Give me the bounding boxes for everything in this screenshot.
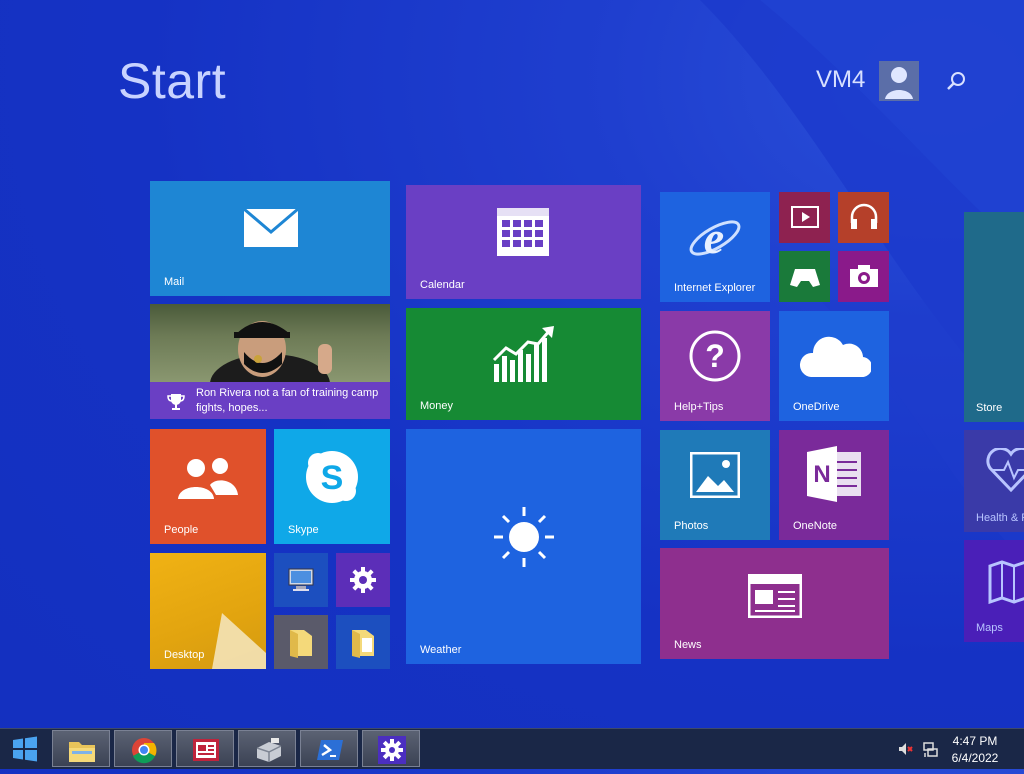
tile-label: Maps <box>976 622 1003 634</box>
onenote-icon: N <box>807 446 861 502</box>
tile-calendar[interactable]: Calendar <box>406 185 641 299</box>
svg-text:S: S <box>321 459 344 497</box>
tile-people[interactable]: People <box>150 429 266 544</box>
tile-label: Internet Explorer <box>674 282 756 294</box>
search-button[interactable] <box>943 68 969 94</box>
tile-desktop[interactable]: Desktop <box>150 553 266 669</box>
tile-onenote[interactable]: N OneNote <box>779 430 889 540</box>
tile-internet-explorer[interactable]: e Internet Explorer <box>660 192 770 302</box>
taskbar-settings[interactable] <box>362 730 420 767</box>
tile-label: Skype <box>288 524 319 536</box>
skype-icon: S <box>306 451 358 503</box>
powershell-icon <box>317 740 343 760</box>
tile-maps[interactable]: Maps <box>964 540 1024 642</box>
tile-photos[interactable]: Photos <box>660 430 770 540</box>
start-button[interactable] <box>0 729 50 769</box>
map-icon <box>988 560 1024 604</box>
gamepad-icon <box>790 269 820 287</box>
tile-label: Health & F <box>976 512 1024 524</box>
calendar-icon <box>497 208 549 256</box>
tile-store[interactable]: Store <box>964 212 1024 422</box>
camera-icon <box>850 265 878 287</box>
server-manager-icon <box>256 738 282 762</box>
gear-icon <box>350 567 376 593</box>
tile-label: Help+Tips <box>674 401 724 413</box>
tile-pc-settings[interactable] <box>336 553 390 607</box>
tile-skype[interactable]: S Skype <box>274 429 390 544</box>
news-photo <box>150 304 390 414</box>
help-icon: ? <box>689 330 741 382</box>
internet-explorer-icon: e <box>689 212 741 263</box>
cloud-icon <box>800 336 871 378</box>
tile-documents[interactable] <box>336 615 390 669</box>
tile-label: Desktop <box>164 649 205 661</box>
taskbar: 4:47 PM 6/4/2022 <box>0 728 1024 769</box>
tile-label: Mail <box>164 276 185 288</box>
volume-muted-icon[interactable] <box>898 741 914 757</box>
page-title: Start <box>118 53 227 109</box>
taskbar-news-app[interactable] <box>176 730 234 767</box>
svg-text:?: ? <box>705 338 725 374</box>
tile-help-tips[interactable]: ? Help+Tips <box>660 311 770 421</box>
news-headline: Ron Rivera not a fan of training camp fi… <box>196 387 379 414</box>
tile-label: Money <box>420 400 454 412</box>
folder-icon <box>290 630 312 658</box>
headphones-icon <box>850 203 878 229</box>
tile-games[interactable] <box>779 251 830 302</box>
user-avatar[interactable] <box>879 61 919 101</box>
photo-icon <box>690 452 740 498</box>
computer-icon <box>288 568 314 591</box>
gear-icon <box>378 736 406 764</box>
windows-logo-icon <box>13 736 37 762</box>
tile-label: OneNote <box>793 520 838 532</box>
tile-label: People <box>164 524 199 536</box>
person-icon <box>885 67 913 99</box>
envelope-icon <box>243 208 299 247</box>
tile-money[interactable]: Money <box>406 308 641 420</box>
tile-this-pc[interactable] <box>274 553 328 607</box>
tile-news[interactable]: News <box>660 548 889 659</box>
taskbar-chrome[interactable] <box>114 730 172 767</box>
video-icon <box>791 206 819 228</box>
tile-label: Store <box>976 402 1003 414</box>
tile-label: OneDrive <box>793 401 840 413</box>
sun-icon <box>494 507 554 567</box>
newspaper-icon <box>748 574 802 618</box>
clock-time[interactable]: 4:47 PM <box>930 734 1020 748</box>
tile-health[interactable]: Health & F <box>964 430 1024 532</box>
news-app-icon <box>193 739 219 761</box>
tile-label: Photos <box>674 520 709 532</box>
tile-video[interactable] <box>779 192 830 243</box>
search-icon <box>947 72 965 90</box>
user-name[interactable]: VM4 <box>816 66 865 94</box>
folder-icon <box>69 742 95 762</box>
tile-label: Weather <box>420 644 462 656</box>
tile-label: Calendar <box>420 279 465 291</box>
tile-label: News <box>674 639 702 651</box>
tile-camera[interactable] <box>838 251 889 302</box>
people-icon <box>178 458 238 499</box>
taskbar-file-explorer[interactable] <box>52 730 110 767</box>
tile-file-explorer[interactable] <box>274 615 328 669</box>
svg-text:N: N <box>813 461 830 488</box>
taskbar-server-manager[interactable] <box>238 730 296 767</box>
trophy-icon <box>167 394 185 410</box>
clock-date[interactable]: 6/4/2022 <box>930 751 1020 765</box>
tile-onedrive[interactable]: OneDrive <box>779 311 889 421</box>
tile-mail[interactable]: Mail <box>150 181 390 296</box>
tile-music[interactable] <box>838 192 889 243</box>
tile-weather[interactable]: Weather <box>406 429 641 664</box>
heart-icon <box>986 448 1024 492</box>
folder-icon <box>352 630 374 658</box>
tile-news-feed[interactable]: Ron Rivera not a fan of training camp fi… <box>150 304 390 419</box>
taskbar-powershell[interactable] <box>300 730 358 767</box>
svg-text:e: e <box>704 212 724 263</box>
stock-chart-icon <box>492 326 554 382</box>
chrome-icon <box>132 738 157 764</box>
